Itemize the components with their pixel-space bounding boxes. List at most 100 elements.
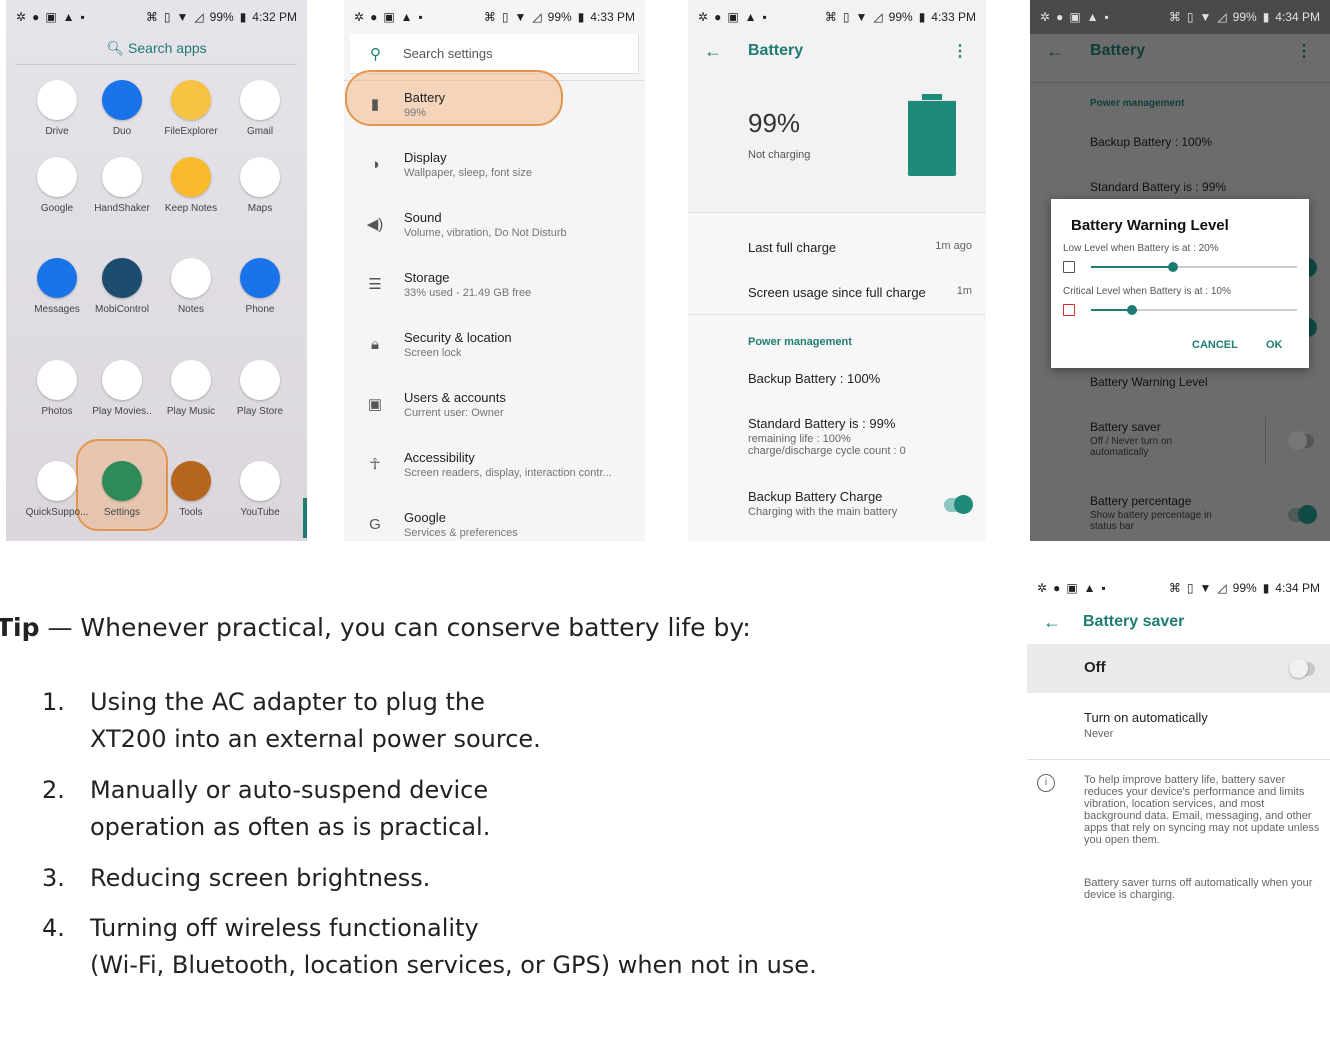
clock: 4:34 PM <box>1275 10 1320 24</box>
charging-status: Not charging <box>748 149 811 161</box>
battery-saver-toggle[interactable] <box>1288 431 1314 450</box>
settings-item-sound[interactable]: ◀) Sound Volume, vibration, Do Not Disturb <box>344 200 645 260</box>
search-settings-input[interactable]: ⚲ Search settings <box>350 34 639 74</box>
tip-item-line1: Reducing screen brightness. <box>90 864 431 892</box>
battery-percentage-row[interactable]: Battery percentage Show battery percenta… <box>1090 494 1240 532</box>
app-photos[interactable]: Photos <box>22 360 92 417</box>
overflow-menu-icon[interactable]: ⋮ <box>952 41 968 61</box>
app-tools[interactable]: Tools <box>156 461 226 518</box>
settings-item-security-location[interactable]: 🔒︎ Security & location Screen lock <box>344 320 645 380</box>
app-handshaker[interactable]: HandShaker <box>87 157 157 214</box>
settings-item-battery[interactable]: ▮ Battery 99% <box>344 80 645 140</box>
tip-list-item: 2. Manually or auto-suspend device operati… <box>42 772 490 846</box>
search-apps-button[interactable]: 🔍︎ Search apps <box>6 40 307 57</box>
back-arrow-icon[interactable]: ← <box>704 41 726 62</box>
standard-battery-label: Standard Battery is : 99% <box>748 416 896 431</box>
backup-charge-toggle[interactable] <box>944 495 973 514</box>
battery-percent: 99% <box>1232 10 1257 24</box>
search-placeholder: Search settings <box>403 46 493 61</box>
back-arrow-icon[interactable]: ← <box>1046 41 1068 62</box>
settings-gear-icon <box>102 461 142 501</box>
app-label: MobiControl <box>95 304 149 315</box>
battery-percent-large: 99% <box>748 108 801 138</box>
app-notes[interactable]: Notes <box>156 258 226 315</box>
app-play-store[interactable]: Play Store <box>225 360 295 417</box>
tip-label: Tip <box>0 613 40 642</box>
settings-screen: ✲ ● ▣ ▲ ▪ ⌘ ▯ ▼ ◿ 99% ▮ 4:33 PM ⚲ Search settings … <box>344 0 645 541</box>
app-quicksupport[interactable]: QuickSuppo... <box>22 461 92 518</box>
battery-saver-title: Battery saver <box>1090 420 1161 434</box>
app-keep-notes[interactable]: Keep Notes <box>156 157 226 214</box>
settings-item-subtitle: Screen lock <box>404 347 462 359</box>
page-title: Battery <box>1090 42 1146 59</box>
backup-charge-row[interactable]: Backup Battery Charge Charging with the … <box>748 489 972 518</box>
settings-item-display[interactable]: ◑ Display Wallpaper, sleep, font size <box>344 140 645 200</box>
app-google[interactable]: Google <box>22 157 92 214</box>
app-gmail[interactable]: Gmail <box>225 80 295 137</box>
settings-item-users-accounts[interactable]: ▣ Users & accounts Current user: Owner <box>344 380 645 440</box>
app-label: Keep Notes <box>164 203 218 214</box>
app-duo[interactable]: Duo <box>87 80 157 137</box>
youtube-icon <box>240 461 280 501</box>
last-full-charge-value: 1m ago <box>935 240 972 252</box>
vibrate-icon: ▯ <box>1186 10 1194 24</box>
turn-on-automatically-row[interactable]: Turn on automatically Never <box>1084 710 1208 740</box>
low-level-slider[interactable] <box>1091 262 1297 272</box>
cycle-count: charge/discharge cycle count : 0 <box>748 445 906 457</box>
cancel-button[interactable]: CANCEL <box>1192 339 1238 351</box>
mobicontrol-icon <box>102 258 142 298</box>
lock-icon: 🔒︎ <box>371 336 379 353</box>
wifi-icon: ▼ <box>514 10 527 24</box>
settings-item-google[interactable]: G Google Services & preferences <box>344 500 645 541</box>
tip-item-line1: Using the AC adapter to plug the <box>90 688 485 716</box>
shield-notif-icon: ● <box>1056 10 1064 24</box>
divider <box>16 64 297 65</box>
app-file-explorer[interactable]: FileExplorer <box>156 80 226 137</box>
app-drive[interactable]: Drive <box>22 80 92 137</box>
battery-percentage-toggle[interactable] <box>1288 505 1317 524</box>
overflow-menu-icon[interactable]: ⋮ <box>1296 41 1312 61</box>
app-phone[interactable]: Phone <box>225 258 295 315</box>
search-apps-label: Search apps <box>128 40 207 56</box>
photo-notif-icon: ▪ <box>762 10 767 24</box>
photo-notif-icon: ▪ <box>1104 10 1109 24</box>
app-label: Gmail <box>246 126 274 137</box>
back-arrow-icon[interactable]: ← <box>1043 612 1065 633</box>
app-mobicontrol[interactable]: MobiControl <box>87 258 157 315</box>
settings-item-accessibility[interactable]: ☥ Accessibility Screen readers, display, i… <box>344 440 645 500</box>
slider-thumb[interactable] <box>1168 262 1178 272</box>
signal-icon: ◿ <box>532 10 542 24</box>
tip-item-line1: Turning off wireless functionality <box>90 914 479 942</box>
app-maps[interactable]: Maps <box>225 157 295 214</box>
messages-icon <box>37 258 77 298</box>
settings-notif-icon: ✲ <box>354 10 365 24</box>
app-settings-gear[interactable]: Settings <box>87 461 157 518</box>
tip-item-line1: Manually or auto-suspend device <box>90 776 489 804</box>
quicksupport-icon <box>37 461 77 501</box>
app-drawer-screen: ✲ ● ▣ ▲ ▪ ⌘ ▯ ▼ ◿ 99% ▮ 4:32 PM 🔍︎ Search apps Dri… <box>6 0 307 541</box>
app-label: QuickSuppo... <box>25 507 89 518</box>
app-play-music[interactable]: Play Music <box>156 360 226 417</box>
ok-button[interactable]: OK <box>1266 339 1283 351</box>
settings-item-storage[interactable]: ☰ Storage 33% used - 21.49 GB free <box>344 260 645 320</box>
slider-thumb[interactable] <box>1127 305 1137 315</box>
standard-battery-row: Standard Battery is : 99% <box>1090 180 1227 194</box>
warning-level-row[interactable]: Battery Warning Level <box>1090 375 1208 389</box>
master-switch-bar[interactable]: Off <box>1027 644 1330 693</box>
battery-icon: ▮ <box>370 96 380 113</box>
battery-saver-row[interactable]: Battery saver Off / Never turn on automa… <box>1090 420 1210 458</box>
info-icon: i <box>1037 774 1055 792</box>
critical-battery-icon <box>1063 304 1075 316</box>
app-label: Phone <box>245 304 275 315</box>
critical-level-slider[interactable] <box>1091 305 1297 315</box>
app-youtube[interactable]: YouTube <box>225 461 295 518</box>
app-play-movies[interactable]: Play Movies.. <box>87 360 157 417</box>
tip-item-line2: XT200 into an external power source. <box>90 725 541 753</box>
battery-percent: 99% <box>888 10 913 24</box>
app-messages[interactable]: Messages <box>22 258 92 315</box>
tip-item-number: 3. <box>42 864 65 892</box>
battery-saver-toggle[interactable] <box>1289 659 1315 678</box>
account-icon: ▣ <box>367 396 383 413</box>
app-label: Drive <box>45 126 69 137</box>
settings-item-title: Google <box>404 510 446 525</box>
